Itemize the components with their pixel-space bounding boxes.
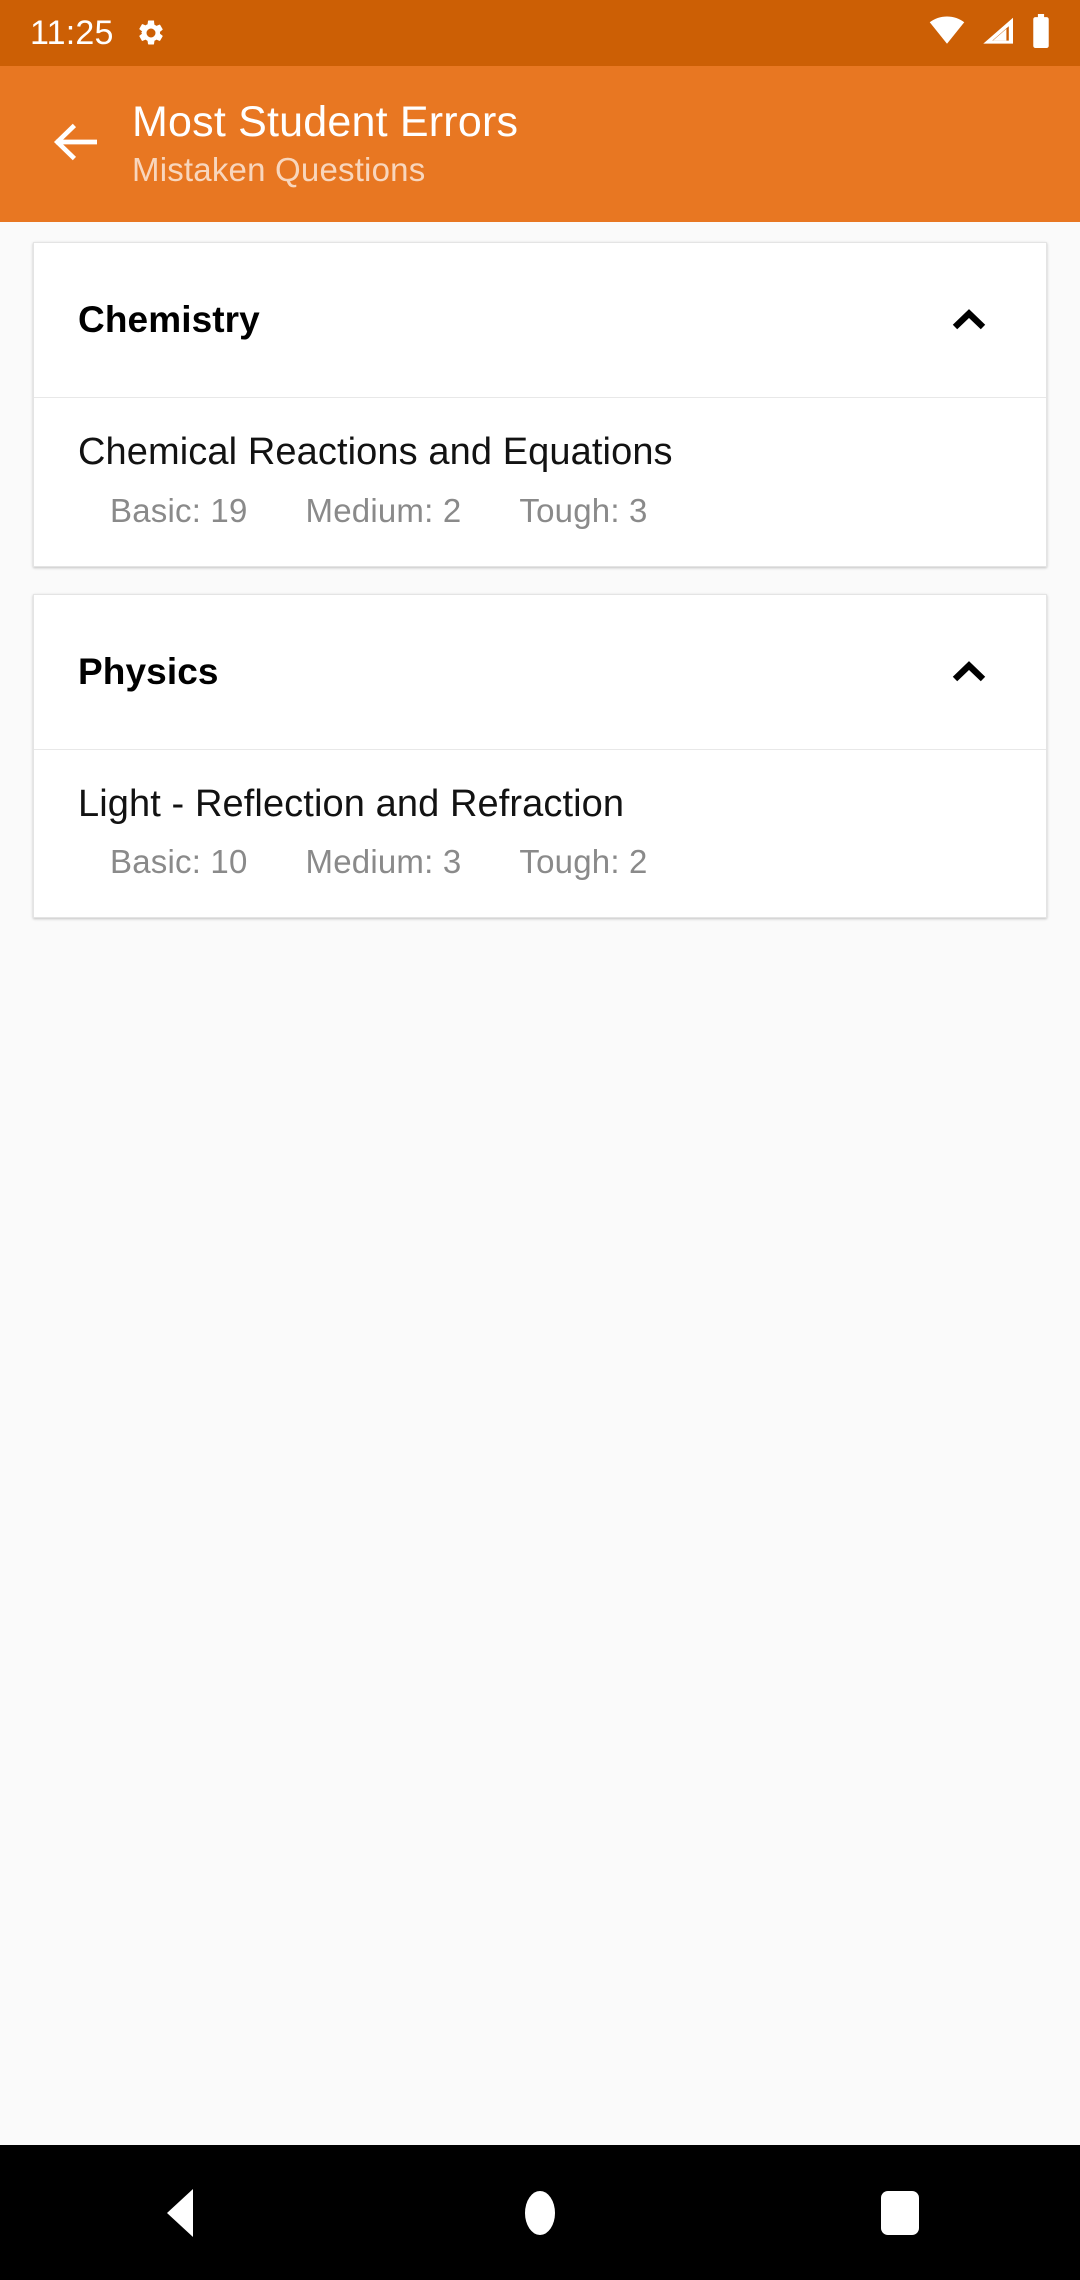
chapter-row[interactable]: Light - Reflection and Refraction Basic:… (34, 750, 1046, 918)
chevron-up-icon[interactable] (934, 637, 1004, 707)
subject-header-chemistry[interactable]: Chemistry (34, 243, 1046, 398)
wifi-icon (928, 15, 966, 51)
subject-name: Physics (78, 650, 219, 692)
status-bar-clock: 11:25 (30, 14, 114, 52)
battery-icon (1030, 13, 1052, 53)
gear-icon (136, 18, 166, 48)
nav-recents-button[interactable] (825, 2145, 975, 2280)
back-button[interactable] (28, 96, 124, 192)
subject-header-physics[interactable]: Physics (34, 595, 1046, 750)
page-subtitle: Mistaken Questions (132, 150, 426, 188)
page-title: Most Student Errors (132, 97, 519, 146)
app-bar-title-group: Most Student Errors Mistaken Questions (132, 98, 518, 190)
difficulty-tough: Tough: 2 (519, 843, 648, 881)
chapter-title: Chemical Reactions and Equations (78, 431, 673, 473)
difficulty-medium: Medium: 3 (305, 843, 462, 881)
nav-recents-square-icon (881, 2190, 919, 2235)
difficulty-row: Basic: 19 Medium: 2 Tough: 3 (78, 492, 1002, 530)
difficulty-medium: Medium: 2 (305, 491, 462, 529)
nav-back-button[interactable] (105, 2145, 255, 2280)
android-navigation-bar (0, 2145, 1080, 2280)
difficulty-tough: Tough: 3 (519, 491, 648, 529)
chapter-row[interactable]: Chemical Reactions and Equations Basic: … (34, 398, 1046, 566)
app-bar: Most Student Errors Mistaken Questions (0, 66, 1080, 222)
arrow-left-icon (48, 114, 104, 175)
cellular-signal-icon (980, 16, 1016, 51)
subject-card-physics: Physics Light - Reflection and Refractio… (33, 593, 1047, 919)
difficulty-basic: Basic: 10 (110, 843, 248, 881)
subject-name: Chemistry (78, 299, 260, 340)
status-bar-icons (928, 13, 1052, 53)
difficulty-row: Basic: 10 Medium: 3 Tough: 2 (78, 843, 1002, 881)
nav-home-circle-icon (525, 2190, 555, 2235)
nav-back-triangle-icon (167, 2188, 193, 2237)
status-bar: 11:25 (0, 0, 1080, 66)
chevron-up-icon[interactable] (934, 285, 1004, 355)
difficulty-basic: Basic: 19 (110, 491, 248, 529)
chapter-title: Light - Reflection and Refraction (78, 782, 625, 825)
subject-card-chemistry: Chemistry Chemical Reactions and Equatio… (33, 242, 1047, 567)
subject-list[interactable]: Chemistry Chemical Reactions and Equatio… (0, 222, 1080, 2145)
nav-home-button[interactable] (465, 2145, 615, 2280)
